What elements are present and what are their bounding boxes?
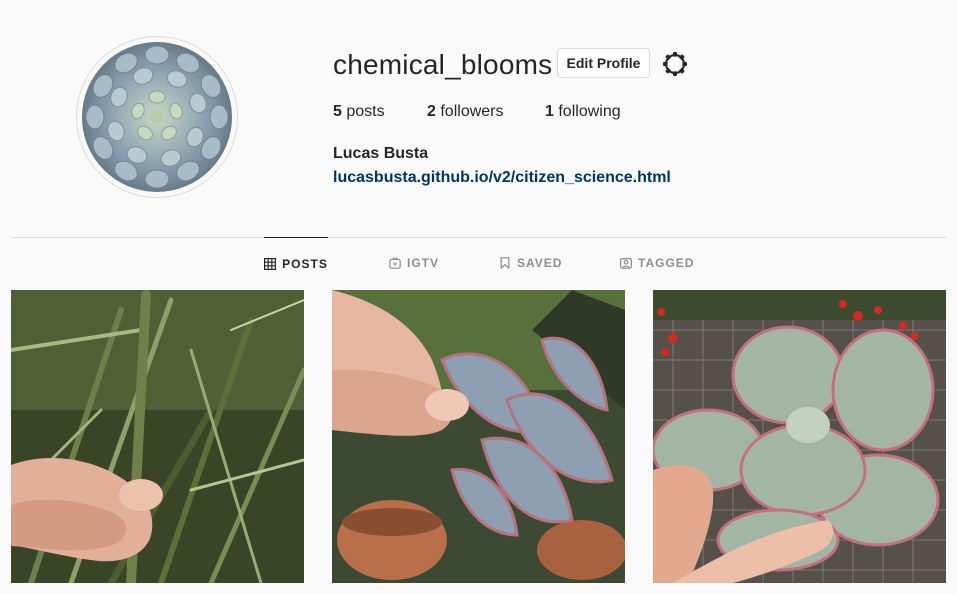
tab-saved-label: SAVED	[517, 256, 563, 270]
edit-profile-button[interactable]: Edit Profile	[557, 48, 650, 78]
post-thumbnail[interactable]	[11, 290, 304, 583]
tab-igtv[interactable]: IGTV	[389, 237, 439, 289]
tab-tagged-label: TAGGED	[638, 256, 695, 270]
tab-posts-label: POSTS	[282, 256, 328, 271]
posts-count: 5	[333, 103, 342, 120]
bookmark-icon	[499, 257, 511, 269]
profile-avatar-ring[interactable]	[76, 36, 238, 198]
tab-tagged[interactable]: TAGGED	[620, 237, 694, 289]
gear-icon[interactable]	[662, 51, 688, 77]
profile-username: chemical_blooms	[333, 49, 553, 80]
following-stat[interactable]: 1 following	[545, 102, 621, 122]
posts-label: posts	[346, 103, 385, 120]
following-label: following	[558, 103, 621, 120]
post-image	[332, 290, 625, 583]
tab-saved[interactable]: SAVED	[499, 237, 562, 289]
following-count: 1	[545, 103, 554, 120]
tagged-icon	[620, 257, 632, 269]
post-thumbnail[interactable]	[653, 290, 946, 583]
post-image	[11, 290, 304, 583]
tabs-divider	[11, 237, 946, 238]
profile-full-name: Lucas Busta	[333, 145, 429, 162]
tab-posts[interactable]: POSTS	[264, 237, 328, 289]
post-image	[653, 290, 946, 583]
followers-count: 2	[427, 103, 436, 120]
post-thumbnail[interactable]	[332, 290, 625, 583]
tab-igtv-label: IGTV	[407, 256, 440, 270]
profile-website-link[interactable]: lucasbusta.github.io/v2/citizen_science.…	[333, 168, 671, 188]
igtv-icon	[389, 257, 401, 269]
followers-stat[interactable]: 2 followers	[427, 102, 504, 122]
followers-label: followers	[440, 103, 504, 120]
profile-avatar[interactable]	[82, 42, 232, 192]
grid-icon	[264, 257, 277, 270]
posts-stat[interactable]: 5 posts	[333, 102, 385, 122]
